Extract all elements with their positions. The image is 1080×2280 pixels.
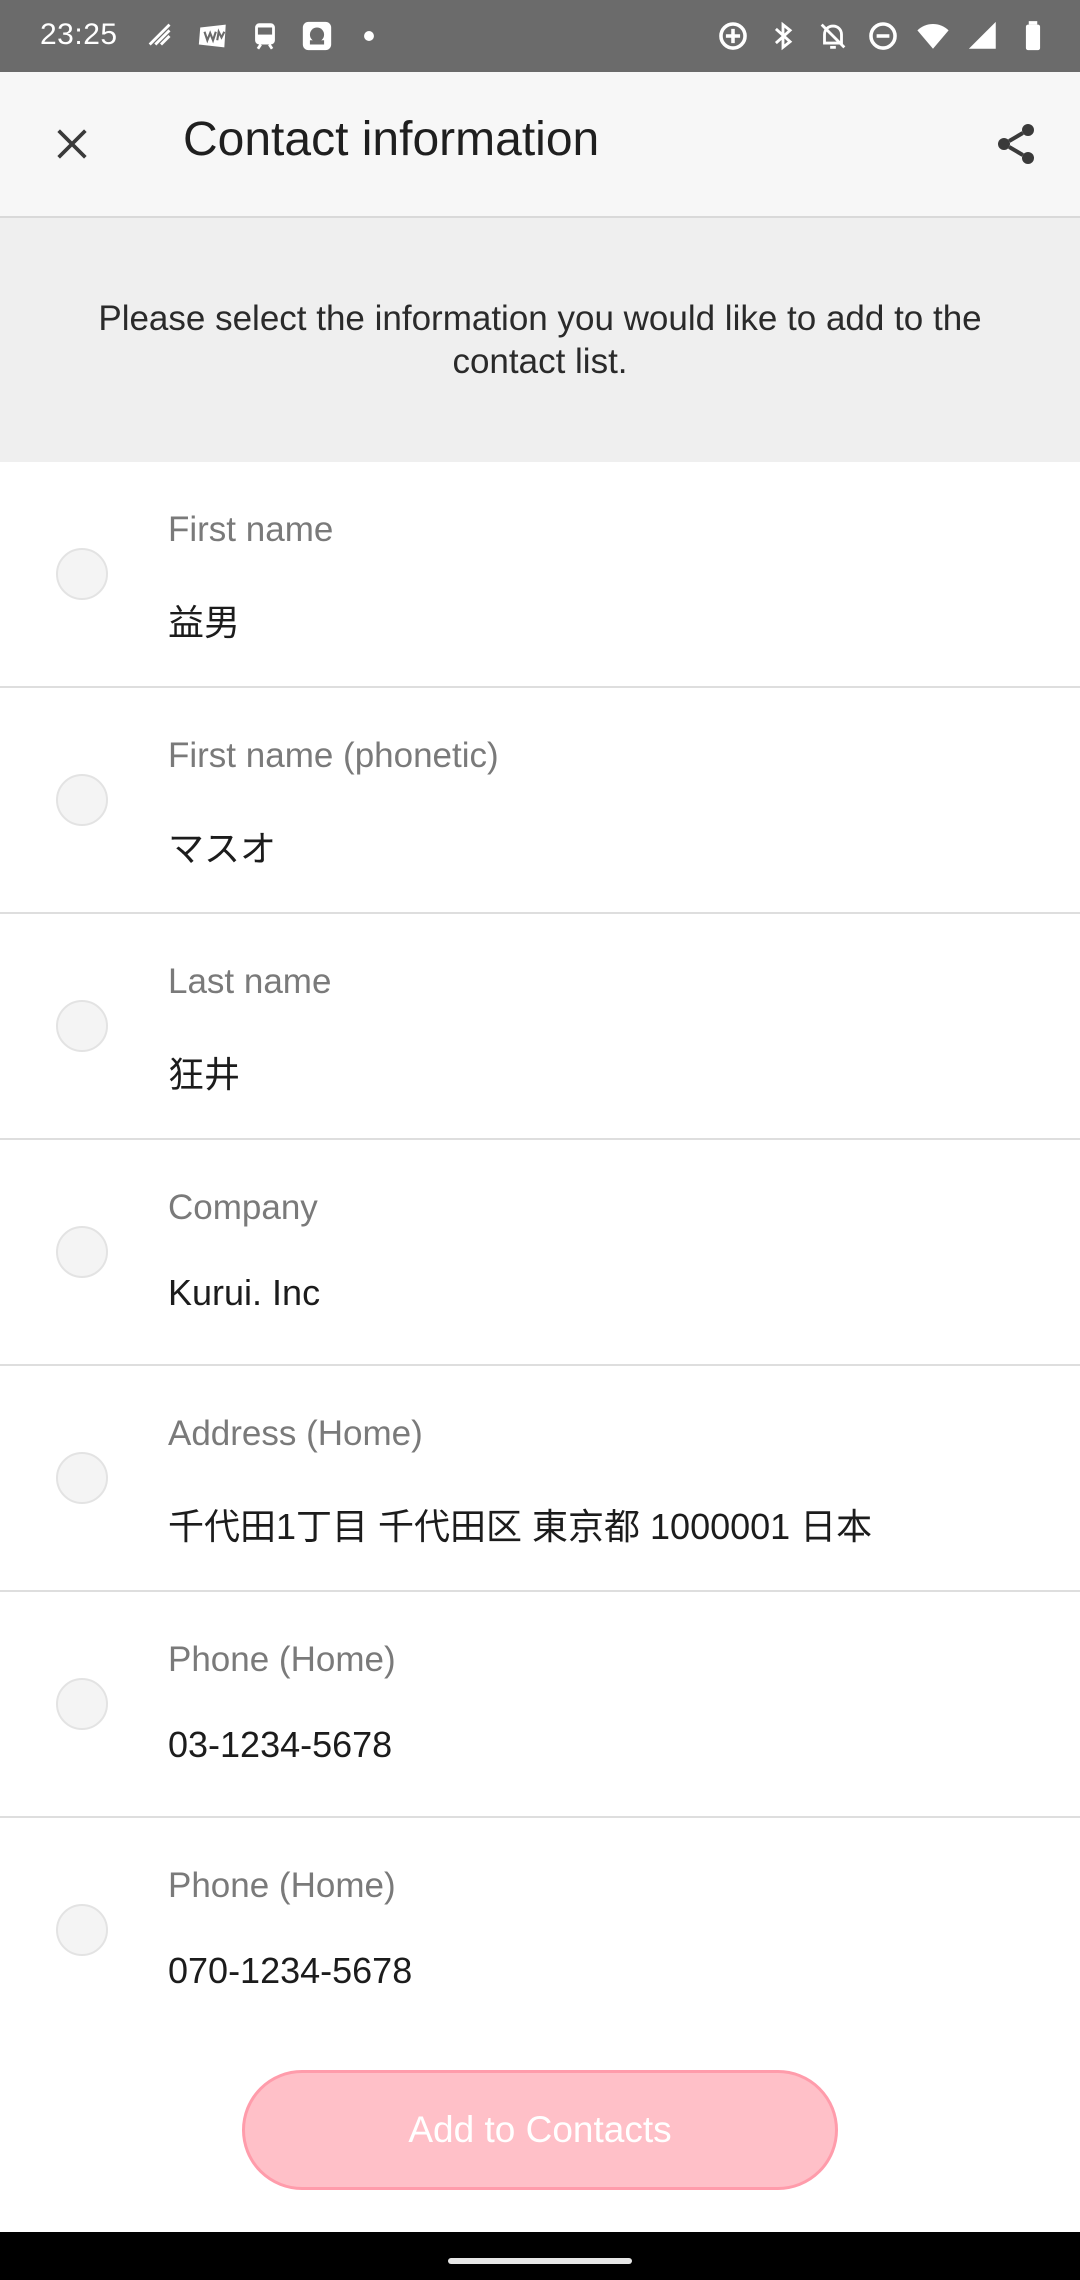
select-radio[interactable] bbox=[56, 1000, 108, 1052]
select-radio[interactable] bbox=[56, 1452, 108, 1504]
do-not-disturb-icon bbox=[866, 19, 900, 53]
select-radio[interactable] bbox=[56, 774, 108, 826]
field-label: Phone (Home) bbox=[168, 1866, 396, 1905]
field-value: 03-1234-5678 bbox=[168, 1724, 393, 1765]
wifi-icon bbox=[916, 19, 950, 53]
cell-signal-icon bbox=[966, 19, 1000, 53]
field-value: 益男 bbox=[168, 602, 241, 643]
field-row-company[interactable]: Company Kurui. Inc bbox=[0, 1140, 1080, 1366]
instruction-banner: Please select the information you would … bbox=[0, 218, 1080, 462]
signal-bars-icon bbox=[144, 19, 178, 53]
field-value: 070-1234-5678 bbox=[168, 1950, 413, 1991]
field-label: Company bbox=[168, 1188, 318, 1227]
close-icon bbox=[57, 129, 87, 159]
field-label: Address (Home) bbox=[168, 1414, 423, 1453]
field-value: 狂井 bbox=[168, 1054, 241, 1095]
wm-badge-icon bbox=[196, 19, 230, 53]
field-row-first-name-phonetic[interactable]: First name (phonetic) マスオ bbox=[0, 688, 1080, 914]
dot-icon bbox=[352, 19, 386, 53]
status-time: 23:25 bbox=[40, 18, 118, 51]
field-row-phone-home-2[interactable]: Phone (Home) 070-1234-5678 bbox=[0, 1818, 1080, 2042]
add-to-contacts-label: Add to Contacts bbox=[408, 2109, 672, 2150]
share-icon bbox=[998, 124, 1034, 164]
field-value: マスオ bbox=[168, 828, 277, 869]
field-row-phone-home-1[interactable]: Phone (Home) 03-1234-5678 bbox=[0, 1592, 1080, 1818]
app-bar: Contact information bbox=[0, 72, 1080, 218]
field-label: Phone (Home) bbox=[168, 1640, 396, 1679]
field-value: Kurui. Inc bbox=[168, 1272, 321, 1313]
share-button[interactable] bbox=[978, 106, 1054, 182]
bluetooth-icon bbox=[766, 19, 800, 53]
home-gesture-handle[interactable] bbox=[448, 2258, 632, 2264]
add-to-contacts-button[interactable]: Add to Contacts bbox=[242, 2070, 838, 2190]
navigation-bar bbox=[0, 2232, 1080, 2280]
train-icon bbox=[248, 19, 282, 53]
status-bar: 23:25 bbox=[0, 0, 1080, 72]
field-row-first-name[interactable]: First name 益男 bbox=[0, 462, 1080, 688]
field-label: First name (phonetic) bbox=[168, 736, 499, 775]
data-saver-icon bbox=[716, 19, 750, 53]
app-square-icon bbox=[300, 19, 334, 53]
field-label: First name bbox=[168, 510, 334, 549]
notifications-off-icon bbox=[816, 19, 850, 53]
select-radio[interactable] bbox=[56, 1226, 108, 1278]
status-right-icons bbox=[716, 16, 1050, 56]
select-radio[interactable] bbox=[56, 1904, 108, 1956]
field-value: 千代田1丁目 千代田区 東京都 1000001 日本 bbox=[168, 1506, 873, 1547]
close-button[interactable] bbox=[36, 108, 108, 180]
field-row-last-name[interactable]: Last name 狂井 bbox=[0, 914, 1080, 1140]
select-radio[interactable] bbox=[56, 1678, 108, 1730]
status-left-icons bbox=[144, 16, 386, 56]
battery-icon bbox=[1016, 19, 1050, 53]
field-label: Last name bbox=[168, 962, 332, 1001]
select-radio[interactable] bbox=[56, 548, 108, 600]
contact-field-list: First name 益男 First name (phonetic) マスオ … bbox=[0, 462, 1080, 2042]
instruction-text: Please select the information you would … bbox=[98, 299, 982, 381]
field-row-address-home[interactable]: Address (Home) 千代田1丁目 千代田区 東京都 1000001 日… bbox=[0, 1366, 1080, 1592]
page-title: Contact information bbox=[183, 113, 600, 166]
